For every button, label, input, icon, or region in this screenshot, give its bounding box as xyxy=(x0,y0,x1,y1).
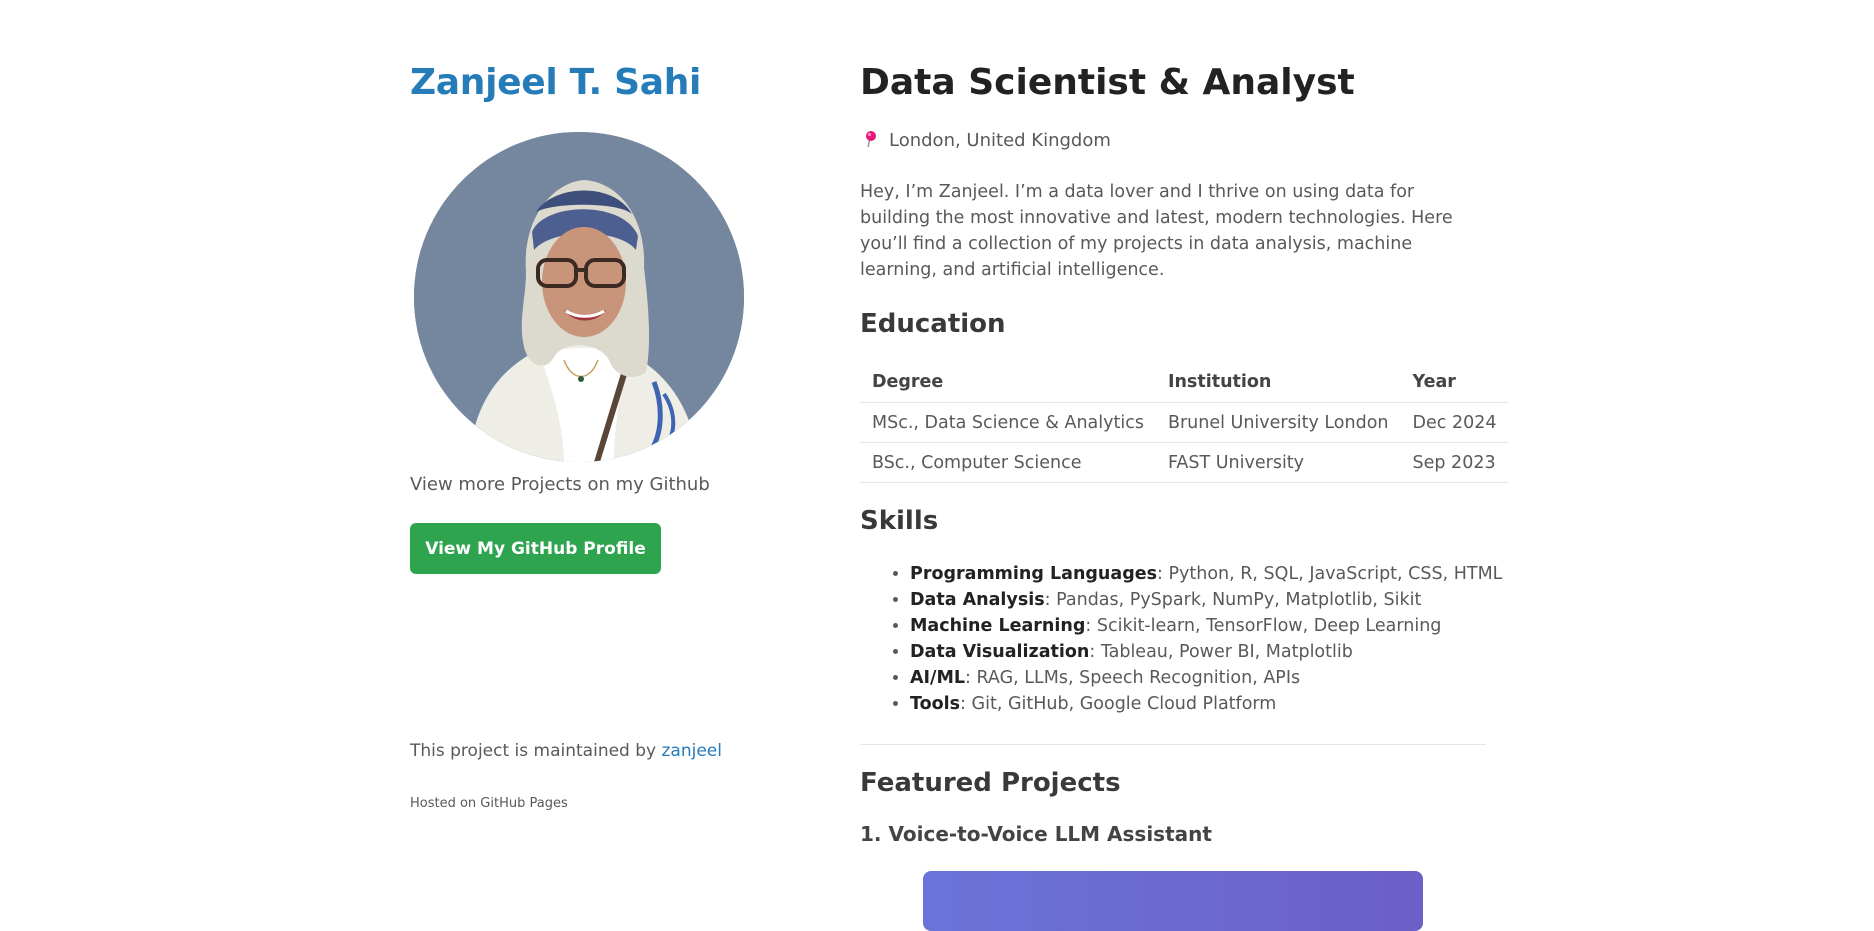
list-item: Programming Languages: Python, R, SQL, J… xyxy=(910,561,1502,587)
profile-photo xyxy=(414,132,744,462)
list-item: Data Analysis: Pandas, PySpark, NumPy, M… xyxy=(910,587,1502,613)
maintained-prefix: This project is maintained by xyxy=(410,741,662,761)
skill-value: : Tableau, Power BI, Matplotlib xyxy=(1089,642,1353,662)
table-cell-degree: BSc., Computer Science xyxy=(860,442,1156,483)
project-title: 1. Voice-to-Voice LLM Assistant xyxy=(860,822,1212,846)
page-title: Data Scientist & Analyst xyxy=(860,62,1355,103)
profile-photo-illustration xyxy=(414,132,744,462)
maintainer-link[interactable]: zanjeel xyxy=(662,741,722,761)
project-preview-card[interactable] xyxy=(923,871,1423,931)
skill-value: : Git, GitHub, Google Cloud Platform xyxy=(960,694,1277,714)
table-cell-degree: MSc., Data Science & Analytics xyxy=(860,402,1156,443)
table-row: BSc., Computer Science FAST University S… xyxy=(860,442,1509,483)
education-heading: Education xyxy=(860,309,1006,339)
table-cell-year: Dec 2024 xyxy=(1400,402,1509,443)
skill-label: Programming Languages xyxy=(910,564,1158,584)
list-item: Machine Learning: Scikit-learn, TensorFl… xyxy=(910,613,1502,639)
skill-label: Data Analysis xyxy=(910,590,1045,610)
skill-value: : Scikit-learn, TensorFlow, Deep Learnin… xyxy=(1085,616,1442,636)
list-item: Data Visualization: Tableau, Power BI, M… xyxy=(910,639,1502,665)
maintained-by-text: This project is maintained by zanjeel xyxy=(410,741,722,761)
list-item: Tools: Git, GitHub, Google Cloud Platfor… xyxy=(910,691,1502,717)
round-pushpin-icon xyxy=(860,129,882,151)
section-divider xyxy=(860,744,1486,745)
location: London, United Kingdom xyxy=(860,129,1111,151)
column-header-year: Year xyxy=(1400,362,1509,403)
hosted-text: Hosted on GitHub Pages xyxy=(410,796,568,811)
view-more-text: View more Projects on my Github xyxy=(410,474,710,495)
skill-label: AI/ML xyxy=(910,668,966,688)
site-title[interactable]: Zanjeel T. Sahi xyxy=(410,62,701,103)
view-github-profile-button[interactable]: View My GitHub Profile xyxy=(410,523,661,574)
list-item: AI/ML: RAG, LLMs, Speech Recognition, AP… xyxy=(910,665,1502,691)
skill-value: : Python, R, SQL, JavaScript, CSS, HTML xyxy=(1157,564,1503,584)
column-header-degree: Degree xyxy=(860,362,1156,403)
skills-list: Programming Languages: Python, R, SQL, J… xyxy=(860,561,1502,717)
column-header-institution: Institution xyxy=(1155,362,1401,403)
education-table: Degree Institution Year MSc., Data Scien… xyxy=(860,362,1509,483)
intro-paragraph: Hey, I’m Zanjeel. I’m a data lover and I… xyxy=(860,182,1453,280)
featured-projects-heading: Featured Projects xyxy=(860,768,1121,798)
table-cell-institution: Brunel University London xyxy=(1155,402,1401,443)
table-cell-year: Sep 2023 xyxy=(1400,442,1509,483)
location-text: London, United Kingdom xyxy=(889,129,1111,151)
table-header-row: Degree Institution Year xyxy=(860,362,1509,403)
skill-label: Machine Learning xyxy=(910,616,1086,636)
table-row: MSc., Data Science & Analytics Brunel Un… xyxy=(860,402,1509,443)
skills-heading: Skills xyxy=(860,506,939,536)
skill-value: : Pandas, PySpark, NumPy, Matplotlib, Si… xyxy=(1044,590,1422,610)
skill-label: Tools xyxy=(910,694,961,714)
table-cell-institution: FAST University xyxy=(1155,442,1401,483)
skill-label: Data Visualization xyxy=(910,642,1090,662)
skill-value: : RAG, LLMs, Speech Recognition, APIs xyxy=(965,668,1301,688)
